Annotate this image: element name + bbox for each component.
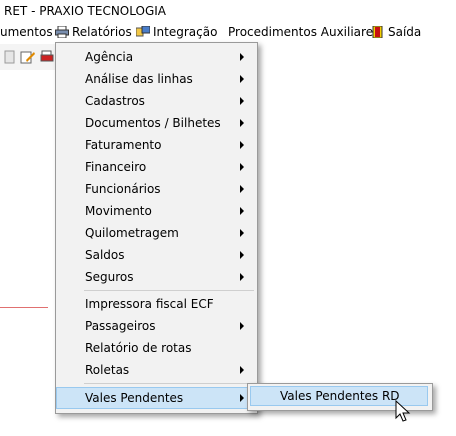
- background-red-line: [0, 307, 48, 308]
- menu-relatorios-label: Relatórios: [72, 25, 132, 39]
- menu-saida[interactable]: Saída: [371, 24, 421, 40]
- menu-item-faturamento[interactable]: Faturamento: [56, 134, 257, 156]
- menu-documentos[interactable]: umentos: [0, 24, 53, 40]
- menu-item-movimento[interactable]: Movimento: [56, 200, 257, 222]
- toolbar-tool-icon[interactable]: [4, 50, 16, 64]
- menu-item-funcionarios[interactable]: Funcionários: [56, 178, 257, 200]
- exit-door-icon: [372, 26, 383, 38]
- menu-relatorios[interactable]: Relatórios: [55, 24, 132, 40]
- submenu-arrow-icon: [240, 75, 244, 83]
- mouse-pointer-icon: [395, 400, 411, 422]
- submenu-arrow-icon: [240, 394, 244, 402]
- menu-integracao[interactable]: Integração: [136, 24, 217, 40]
- menu-item-label: Funcionários: [85, 182, 161, 196]
- submenu-arrow-icon: [240, 185, 244, 193]
- menu-item-impressora-fiscal-ecf[interactable]: Impressora fiscal ECF: [56, 293, 257, 315]
- menu-item-vales-pendentes[interactable]: Vales Pendentes: [56, 387, 257, 409]
- menu-saida-label: Saída: [388, 25, 422, 39]
- menu-bar: umentos Relatórios Integração Procedimen…: [0, 22, 456, 42]
- menu-item-label: Financeiro: [85, 160, 147, 174]
- menu-item-label: Passageiros: [85, 319, 156, 333]
- integration-icon: [136, 26, 150, 37]
- menu-item-documentos-bilhetes[interactable]: Documentos / Bilhetes: [56, 112, 257, 134]
- menu-item-financeiro[interactable]: Financeiro: [56, 156, 257, 178]
- menu-item-relatorio-de-rotas[interactable]: Relatório de rotas: [56, 337, 257, 359]
- menu-item-label: Documentos / Bilhetes: [85, 116, 221, 130]
- toolbar-print-icon[interactable]: [40, 50, 54, 64]
- submenu-arrow-icon: [240, 53, 244, 61]
- submenu-arrow-icon: [240, 322, 244, 330]
- relatorios-dropdown-menu: Agência Análise das linhas Cadastros Doc…: [55, 42, 258, 414]
- menu-item-label: Faturamento: [85, 138, 162, 152]
- menu-item-label: Relatório de rotas: [85, 341, 192, 355]
- submenu-arrow-icon: [240, 273, 244, 281]
- menu-item-analise-das-linhas[interactable]: Análise das linhas: [56, 68, 257, 90]
- menu-item-seguros[interactable]: Seguros: [56, 266, 257, 288]
- submenu-arrow-icon: [240, 97, 244, 105]
- menu-item-quilometragem[interactable]: Quilometragem: [56, 222, 257, 244]
- menu-item-label: Quilometragem: [85, 226, 179, 240]
- submenu-arrow-icon: [240, 229, 244, 237]
- menu-item-label: Movimento: [85, 204, 152, 218]
- submenu-arrow-icon: [240, 251, 244, 259]
- menu-item-label: Análise das linhas: [85, 72, 193, 86]
- menu-separator: [84, 290, 254, 291]
- menu-item-label: Agência: [85, 50, 134, 64]
- menu-item-label: Vales Pendentes: [85, 391, 184, 405]
- menu-procedimentos-auxiliares-label: Procedimentos Auxiliares: [228, 25, 380, 39]
- submenu-arrow-icon: [240, 207, 244, 215]
- menu-item-saldos[interactable]: Saldos: [56, 244, 257, 266]
- submenu-arrow-icon: [240, 119, 244, 127]
- submenu-arrow-icon: [240, 366, 244, 374]
- menu-separator: [84, 383, 254, 384]
- menu-item-label: Cadastros: [85, 94, 145, 108]
- window-title: RET - PRAXIO TECNOLOGIA: [4, 4, 166, 18]
- toolbar: [0, 44, 60, 70]
- toolbar-edit-icon[interactable]: [20, 50, 36, 64]
- menu-item-label: Saldos: [85, 248, 125, 262]
- submenu-arrow-icon: [240, 163, 244, 171]
- menu-item-label: Seguros: [85, 270, 134, 284]
- menu-item-label: Impressora fiscal ECF: [85, 297, 214, 311]
- menu-procedimentos-auxiliares[interactable]: Procedimentos Auxiliares: [228, 24, 379, 40]
- title-bar: RET - PRAXIO TECNOLOGIA: [0, 0, 456, 22]
- submenu-arrow-icon: [240, 141, 244, 149]
- menu-documentos-label: umentos: [0, 25, 53, 39]
- menu-item-cadastros[interactable]: Cadastros: [56, 90, 257, 112]
- menu-item-label: Roletas: [85, 363, 130, 377]
- menu-item-passageiros[interactable]: Passageiros: [56, 315, 257, 337]
- printer-icon: [55, 26, 69, 38]
- menu-item-agencia[interactable]: Agência: [56, 46, 257, 68]
- menu-integracao-label: Integração: [153, 25, 218, 39]
- menu-item-roletas[interactable]: Roletas: [56, 359, 257, 381]
- submenu-item-label: Vales Pendentes RD: [280, 389, 400, 403]
